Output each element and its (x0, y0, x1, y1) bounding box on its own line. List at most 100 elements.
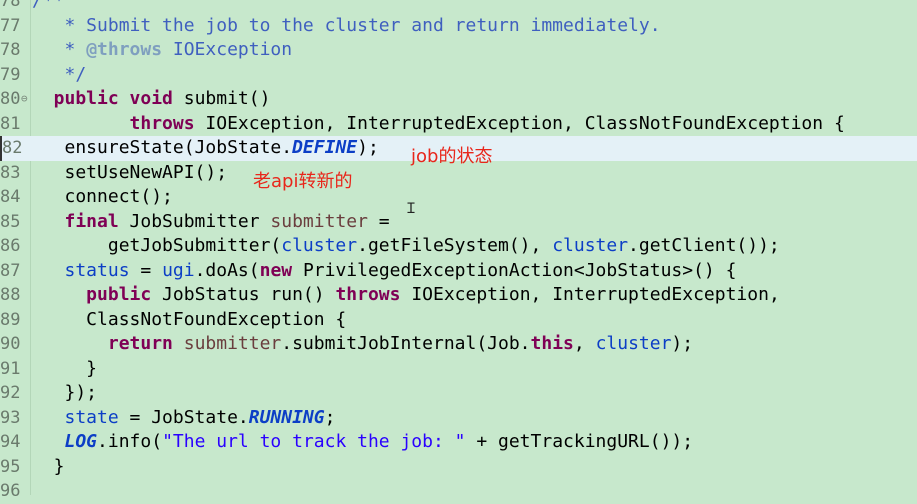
code-token: + getTrackingURL()); (465, 431, 694, 452)
code-line[interactable]: 87 status = ugi.doAs(new PrivilegedExcep… (0, 259, 917, 284)
code-token: }); (32, 382, 98, 403)
code-token: /** (32, 0, 65, 11)
line-number: 93 (0, 407, 21, 428)
code-token: */ (32, 63, 87, 85)
code-text: */ (32, 63, 87, 88)
code-token: DEFINE (292, 137, 358, 158)
code-line[interactable]: 86 getJobSubmitter(cluster.getFileSystem… (0, 234, 917, 259)
code-token: JobStatus run() (151, 284, 336, 305)
code-token: cluster (595, 333, 672, 354)
line-number: 89 (0, 309, 21, 330)
code-text: return submitter.submitJobInternal(Job.t… (32, 332, 693, 357)
code-token: ClassNotFoundException { (32, 308, 347, 330)
code-token: .getClient()); (628, 235, 780, 256)
code-token: setUseNewAPI(); (32, 161, 228, 183)
code-token: ugi (162, 259, 195, 281)
code-token: state (32, 406, 119, 428)
code-token: return (32, 333, 173, 354)
code-token: * (32, 39, 87, 60)
code-text: public JobStatus run() throws IOExceptio… (32, 283, 780, 308)
line-number: 77 (0, 15, 21, 36)
line-number: 94 (0, 432, 21, 452)
code-line[interactable]: 78 /** (0, 0, 917, 14)
code-token: = (367, 210, 390, 232)
line-number: 80 (0, 89, 21, 109)
code-token: this (530, 333, 574, 354)
line-number: 84 (0, 187, 21, 207)
code-line[interactable]: 94 LOG.info("The url to track the job: "… (0, 430, 917, 455)
code-line[interactable]: 96 (0, 479, 917, 504)
code-token: submitter (270, 210, 368, 232)
code-line[interactable]: 84 connect(); (0, 185, 917, 210)
code-token: ); (671, 333, 694, 354)
line-number: 90 (0, 334, 21, 354)
code-token: final (32, 210, 119, 232)
code-text: throws IOException, InterruptedException… (32, 112, 845, 137)
code-token: cluster (552, 235, 629, 256)
code-text: /** (32, 0, 65, 14)
line-number: 87 (0, 260, 21, 281)
code-text: setUseNewAPI(); (32, 161, 228, 186)
code-token: * Submit the job to the cluster and retu… (32, 14, 661, 36)
code-text: } (32, 455, 65, 480)
code-line[interactable]: 80 ⊖ public void submit() (0, 87, 917, 112)
code-token: submitter (172, 333, 282, 354)
code-token: ; (324, 406, 336, 428)
code-line[interactable]: 85 final JobSubmitter submitter = (0, 210, 917, 235)
code-token: submit() (172, 88, 271, 109)
code-text: LOG.info("The url to track the job: " + … (32, 430, 694, 455)
code-token: throws (32, 112, 195, 134)
code-text: connect(); (32, 185, 173, 210)
code-line[interactable]: 90 return submitter.submitJobInternal(Jo… (0, 332, 917, 357)
code-line[interactable]: 92 }); (0, 381, 917, 406)
code-token: = JobState. (118, 406, 249, 428)
code-token: ensureState(JobState. (32, 137, 293, 158)
code-token: .info( (97, 431, 163, 452)
line-number: 78 (0, 40, 21, 60)
code-token: public void (32, 88, 173, 109)
line-number: 86 (0, 236, 21, 256)
code-token: JobSubmitter (118, 210, 271, 232)
code-text: }); (32, 381, 98, 406)
code-text: final JobSubmitter submitter = (32, 210, 390, 235)
code-line[interactable]: 79 */ (0, 63, 917, 88)
code-text: getJobSubmitter(cluster.getFileSystem(),… (32, 234, 780, 259)
code-token: , (573, 333, 596, 354)
code-token: @throws (86, 39, 163, 60)
code-line[interactable]: 81 throws IOException, InterruptedExcept… (0, 112, 917, 137)
code-text: state = JobState.RUNNING; (32, 406, 336, 431)
code-text: * Submit the job to the cluster and retu… (32, 14, 661, 39)
line-number: 85 (0, 211, 21, 232)
code-token: cluster (281, 235, 358, 256)
fold-toggle-icon[interactable]: ⊖ (21, 87, 28, 112)
code-line[interactable]: 78 * @throws IOException (0, 38, 917, 63)
code-text: public void submit() (32, 87, 271, 112)
code-token: new (259, 259, 293, 281)
line-number: 92 (0, 383, 21, 403)
code-line[interactable]: 91 } (0, 357, 917, 382)
code-token: .submitJobInternal(Job. (281, 333, 531, 354)
code-token: IOException, InterruptedException, (400, 284, 780, 305)
code-token: throws (335, 284, 401, 305)
code-token: connect(); (32, 186, 173, 207)
code-line[interactable]: 88 public JobStatus run() throws IOExcep… (0, 283, 917, 308)
code-line[interactable]: 93 state = JobState.RUNNING; (0, 406, 917, 431)
line-number: 79 (0, 64, 21, 85)
code-text: ensureState(JobState.DEFINE); (32, 136, 379, 161)
line-number: 83 (0, 162, 21, 183)
code-token: LOG (32, 431, 98, 452)
text-cursor-icon: Ｉ (404, 201, 418, 217)
code-text: * @throws IOException (32, 38, 293, 63)
code-token: ); (357, 137, 379, 158)
code-line[interactable]: 95 } (0, 455, 917, 480)
line-number: 95 (0, 456, 21, 477)
code-token: .getFileSystem(), (357, 235, 553, 256)
code-line[interactable]: 89 ClassNotFoundException { (0, 308, 917, 333)
code-token: public (32, 284, 152, 305)
line-number: 81 (0, 113, 21, 134)
line-number: 96 (0, 481, 21, 501)
code-token: PrivilegedExceptionAction<JobStatus>() { (292, 259, 737, 281)
code-text: status = ugi.doAs(new PrivilegedExceptio… (32, 259, 737, 284)
code-text: } (32, 357, 97, 382)
code-line[interactable]: 77 * Submit the job to the cluster and r… (0, 14, 917, 39)
